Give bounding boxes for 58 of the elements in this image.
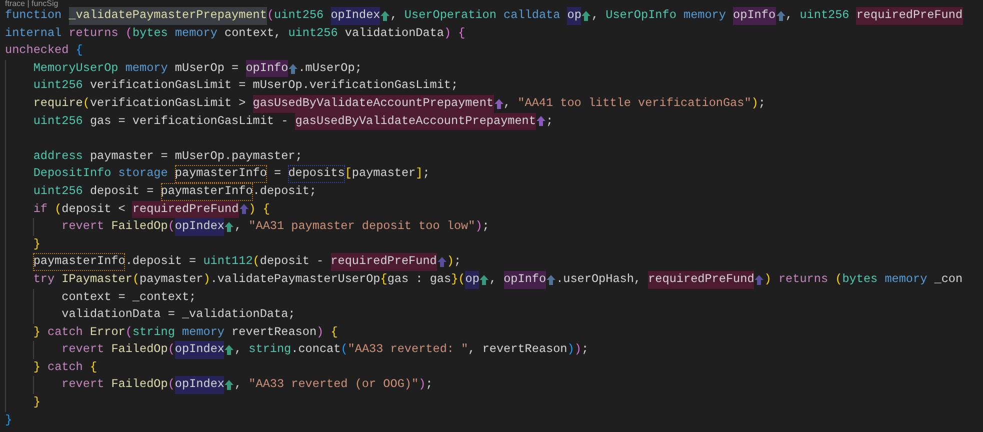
code-text: .deposit = uint112(deposit -: [125, 253, 325, 270]
code-text: (uint256: [266, 7, 325, 24]
code-text: revert FailedOp(: [62, 218, 175, 236]
code-text: uint256 verificationGasLimit = mUserOp.verificationGasLimit;: [33, 77, 458, 94]
code-text: }: [33, 236, 40, 253]
code-text: revert FailedOp(: [62, 376, 175, 394]
code-text: } catch {: [33, 358, 98, 376]
highlighted-symbol: opIndex: [174, 218, 224, 236]
highlighted-symbol: gasUsedByValidateAccountPrepayment: [295, 112, 536, 130]
code-text: , "AA33 reverted (or OOG)");: [234, 376, 433, 394]
code-text: .deposit;: [252, 182, 316, 200]
highlighted-symbol: requiredPreFund: [330, 253, 437, 271]
code-text: try IPaymaster(paymaster).validatePaymasterUserOp{gas : gas}(: [33, 270, 466, 288]
code-text: , UserOpInfo memory: [591, 7, 727, 24]
highlighted-symbol: requiredPreFund: [856, 7, 963, 25]
highlighted-symbol: opInfo: [246, 60, 288, 78]
code-text: );: [446, 253, 462, 270]
code-text: uint256 deposit =: [33, 182, 155, 200]
code-text: ) {: [248, 200, 270, 218]
code-text: }: [5, 412, 12, 429]
code-text: , "AA31 paymaster deposit too low");: [234, 218, 490, 236]
code-text: ;: [546, 112, 554, 130]
code-text: } catch Error(string memory revertReason) {: [33, 324, 338, 341]
selected-text: _validatePaymasterPrepayment: [68, 7, 267, 25]
code-text: address paymaster = mUserOp.paymaster;: [33, 148, 302, 165]
highlighted-symbol: opIndex: [174, 341, 224, 359]
code-text: function: [5, 8, 63, 24]
code-text: context = _context;: [62, 288, 196, 306]
code-text: , string.concat("AA33 reverted: ", revertReason));: [234, 341, 589, 358]
code-text: , uint256: [786, 7, 850, 24]
code-text: ,: [489, 270, 498, 288]
code-text: internal returns (bytes memory context, uint256 validationData) {: [5, 24, 466, 42]
code-text: if (deposit <: [33, 200, 126, 218]
code-text: require(verificationGasLimit >: [33, 94, 247, 112]
code-text: unchecked {: [5, 42, 83, 60]
codelens-text[interactable]: ftrace | funcSig: [5, 0, 983, 7]
code-text: }: [33, 394, 40, 412]
code-text: validationData = _validationData;: [62, 306, 296, 324]
highlighted-symbol: requiredPreFund: [132, 200, 239, 218]
highlighted-symbol: opIndex: [174, 376, 224, 394]
highlighted-symbol: requiredPreFund: [648, 270, 754, 288]
highlighted-symbol: opIndex: [330, 7, 380, 25]
highlighted-symbol: opInfo: [504, 270, 546, 288]
highlighted-symbol: opInfo: [733, 7, 776, 25]
code-text: =: [273, 165, 282, 182]
code-text: MemoryUserOp memory mUserOp =: [33, 60, 240, 77]
code-text: revert FailedOp(: [62, 341, 175, 358]
highlighted-symbol: gasUsedByValidateAccountPrepayment: [252, 94, 494, 113]
code-text: ) returns (bytes memory _con: [764, 270, 963, 288]
code-text: .userOpHash,: [556, 270, 642, 288]
code-text: , "AA41 too little verificationGas");: [504, 94, 766, 112]
highlighted-symbol: op: [465, 270, 480, 288]
highlighted-symbol: op: [567, 7, 582, 25]
code-text: uint256 gas = verificationGasLimit -: [33, 112, 290, 130]
code-text: DepositInfo storage: [33, 165, 169, 182]
code-text: , UserOperation calldata: [390, 7, 562, 24]
code-text: [paymaster];: [344, 165, 430, 182]
code-text: .mUserOp;: [298, 60, 362, 77]
